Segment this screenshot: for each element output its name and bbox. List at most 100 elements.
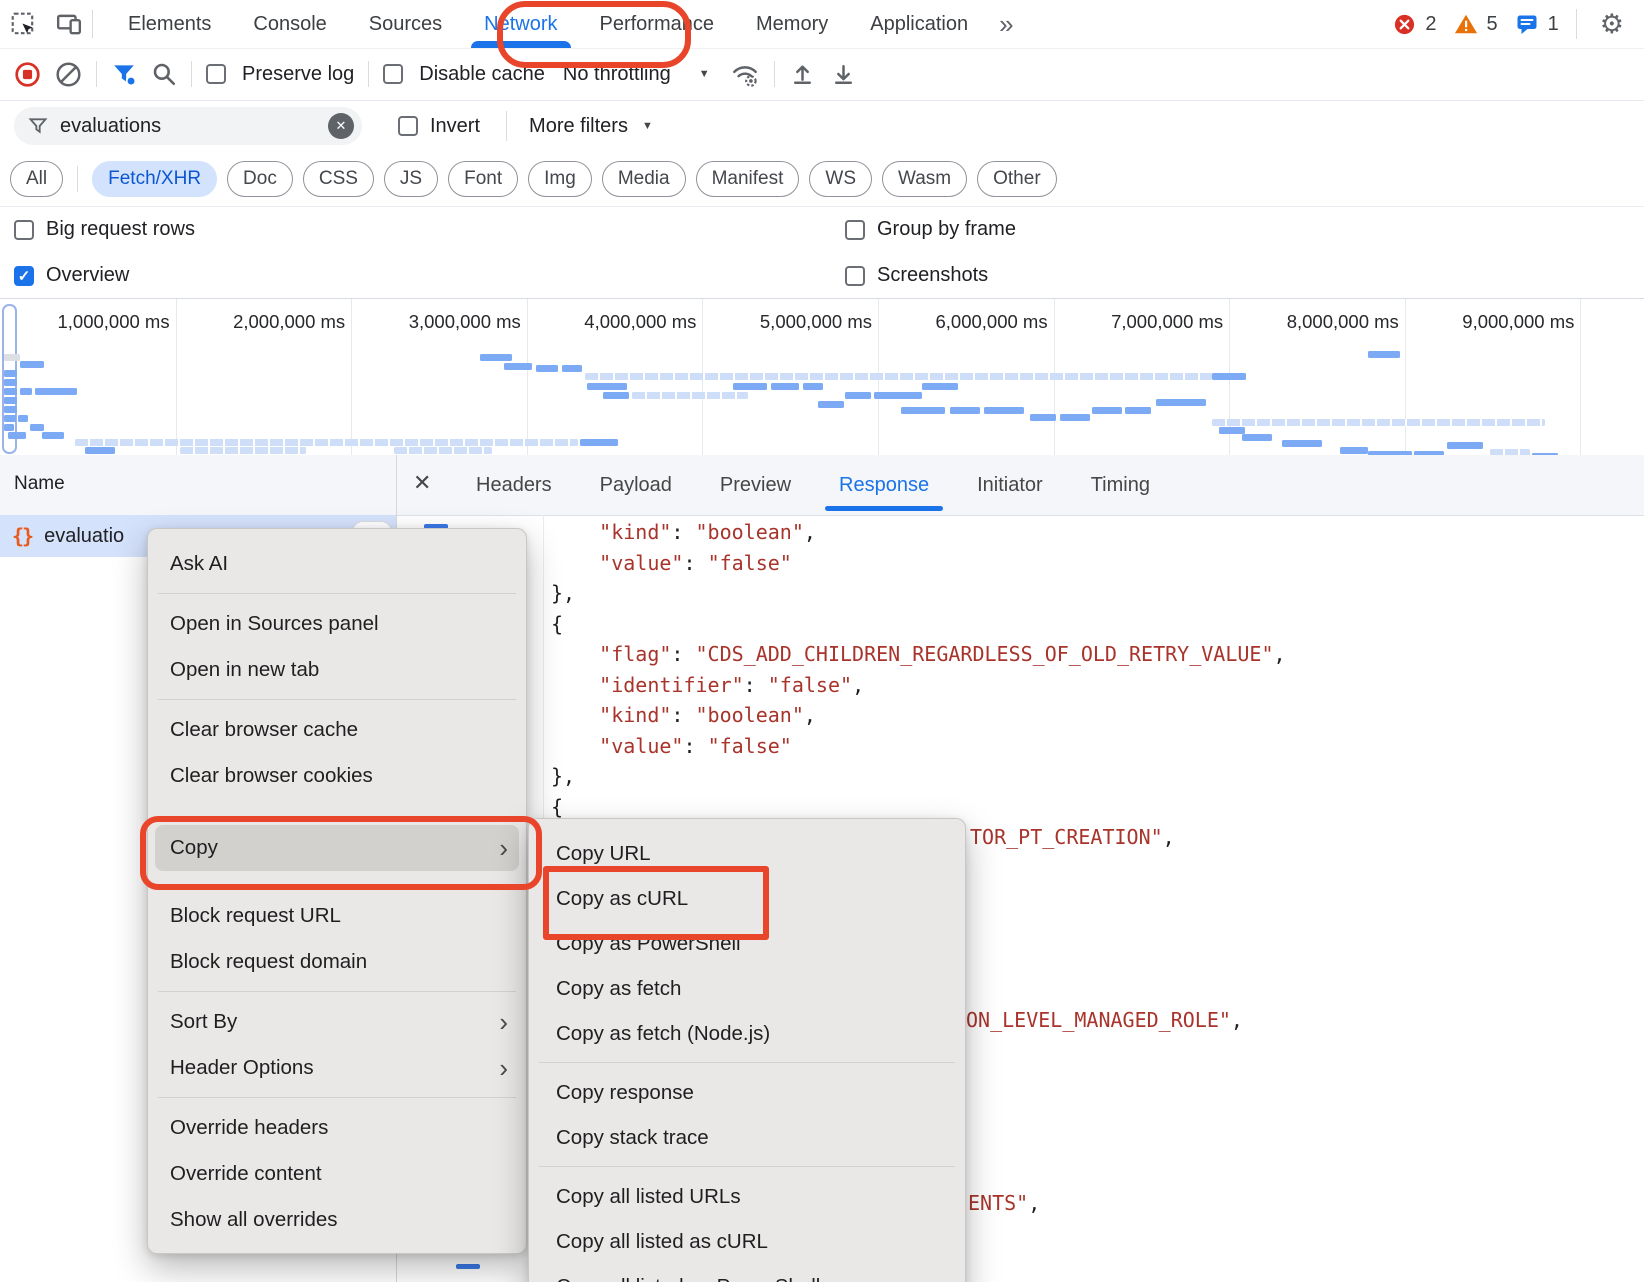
tab-memory[interactable]: Memory bbox=[735, 0, 849, 48]
menu-item-copy-as-fetch[interactable]: Copy as fetch bbox=[529, 966, 965, 1011]
filter-bar: ✕ Invert More filters ▼ bbox=[0, 100, 1644, 152]
tab-elements[interactable]: Elements bbox=[107, 0, 232, 48]
issues-count[interactable]: 1 bbox=[1548, 13, 1559, 36]
chip-wasm[interactable]: Wasm bbox=[882, 161, 967, 197]
more-tabs-icon[interactable]: » bbox=[989, 2, 1023, 46]
preserve-log-checkbox[interactable] bbox=[206, 64, 226, 84]
inspect-element-icon[interactable] bbox=[0, 0, 46, 48]
detail-tab-headers[interactable]: Headers bbox=[452, 455, 576, 515]
timeline-label: 2,000,000 ms bbox=[233, 311, 351, 333]
menu-item-copy-all-listed-urls[interactable]: Copy all listed URLs bbox=[529, 1174, 965, 1219]
menu-item-label: Copy all listed as PowerShell bbox=[556, 1275, 820, 1282]
menu-item-copy-response[interactable]: Copy response bbox=[529, 1070, 965, 1115]
throttling-dropdown-icon[interactable]: ▼ bbox=[699, 68, 710, 80]
tab-application[interactable]: Application bbox=[849, 0, 989, 48]
group-by-frame-checkbox[interactable] bbox=[845, 220, 865, 240]
export-har-icon[interactable] bbox=[830, 61, 857, 88]
menu-item-open-in-sources-panel[interactable]: Open in Sources panel bbox=[148, 601, 526, 647]
timeline-label: 8,000,000 ms bbox=[1287, 311, 1405, 333]
error-icon[interactable] bbox=[1393, 13, 1416, 36]
devtools-tab-bar: ElementsConsoleSourcesNetworkPerformance… bbox=[0, 0, 1644, 49]
warning-icon[interactable] bbox=[1454, 12, 1478, 36]
filter-input-pill[interactable]: ✕ bbox=[14, 107, 362, 145]
more-filters-button[interactable]: More filters bbox=[529, 115, 628, 138]
detail-tab-timing[interactable]: Timing bbox=[1067, 455, 1174, 515]
invert-checkbox[interactable] bbox=[398, 116, 418, 136]
clear-network-log-icon[interactable] bbox=[55, 61, 82, 88]
close-detail-icon[interactable]: ✕ bbox=[405, 468, 439, 498]
filter-text-input[interactable] bbox=[58, 114, 328, 139]
network-conditions-icon[interactable] bbox=[730, 60, 760, 88]
tab-network[interactable]: Network bbox=[463, 0, 578, 48]
menu-item-label: Copy as PowerShell bbox=[556, 932, 741, 955]
menu-item-copy-url[interactable]: Copy URL bbox=[529, 831, 965, 876]
menu-item-override-content[interactable]: Override content bbox=[148, 1151, 526, 1197]
detail-tab-initiator[interactable]: Initiator bbox=[953, 455, 1067, 515]
issues-icon[interactable] bbox=[1515, 12, 1539, 36]
chip-fetch-xhr[interactable]: Fetch/XHR bbox=[92, 161, 217, 197]
waterfall-bar bbox=[20, 388, 32, 395]
warning-count[interactable]: 5 bbox=[1487, 13, 1498, 36]
chip-all[interactable]: All bbox=[10, 161, 63, 197]
status-badges: 2 5 1 ⚙ bbox=[1393, 9, 1638, 40]
detail-tab-preview[interactable]: Preview bbox=[696, 455, 815, 515]
settings-gear-icon[interactable]: ⚙ bbox=[1586, 9, 1638, 40]
chip-ws[interactable]: WS bbox=[809, 161, 872, 197]
waterfall-bar bbox=[536, 365, 558, 372]
waterfall-bar bbox=[42, 432, 64, 439]
error-count[interactable]: 2 bbox=[1425, 13, 1436, 36]
menu-item-block-request-domain[interactable]: Block request domain bbox=[148, 939, 526, 985]
response-line-fragment: TOR_PT_CREATION", bbox=[970, 825, 1175, 849]
waterfall-bar bbox=[1447, 442, 1483, 449]
menu-item-block-request-url[interactable]: Block request URL bbox=[148, 893, 526, 939]
menu-item-override-headers[interactable]: Override headers bbox=[148, 1105, 526, 1151]
chip-media[interactable]: Media bbox=[602, 161, 686, 197]
tab-sources[interactable]: Sources bbox=[348, 0, 463, 48]
import-har-icon[interactable] bbox=[789, 61, 816, 88]
waterfall-bar bbox=[30, 424, 44, 431]
menu-item-copy-stack-trace[interactable]: Copy stack trace bbox=[529, 1115, 965, 1160]
menu-item-copy-as-fetch-node-js[interactable]: Copy as fetch (Node.js) bbox=[529, 1011, 965, 1056]
chip-manifest[interactable]: Manifest bbox=[696, 161, 800, 197]
menu-item-label: Copy URL bbox=[556, 842, 651, 865]
menu-item-open-in-new-tab[interactable]: Open in new tab bbox=[148, 647, 526, 693]
name-column-header[interactable]: Name bbox=[14, 473, 65, 495]
clear-filter-icon[interactable]: ✕ bbox=[328, 113, 354, 139]
detail-tab-response[interactable]: Response bbox=[815, 455, 953, 515]
screenshots-checkbox[interactable] bbox=[845, 266, 865, 286]
menu-item-copy-all-listed-as-powershell[interactable]: Copy all listed as PowerShell bbox=[529, 1264, 965, 1282]
menu-item-copy[interactable]: Copy› bbox=[155, 825, 519, 871]
menu-item-ask-ai[interactable]: Ask AI bbox=[148, 541, 526, 587]
menu-item-clear-browser-cookies[interactable]: Clear browser cookies bbox=[148, 753, 526, 799]
chip-doc[interactable]: Doc bbox=[227, 161, 293, 197]
waterfall-bar bbox=[874, 392, 922, 399]
chip-css[interactable]: CSS bbox=[303, 161, 374, 197]
menu-item-show-all-overrides[interactable]: Show all overrides bbox=[148, 1197, 526, 1243]
big-request-rows-checkbox[interactable] bbox=[14, 220, 34, 240]
disable-cache-checkbox[interactable] bbox=[383, 64, 403, 84]
chip-other[interactable]: Other bbox=[977, 161, 1057, 197]
detail-tab-payload[interactable]: Payload bbox=[576, 455, 696, 515]
search-icon[interactable] bbox=[151, 61, 177, 87]
chip-js[interactable]: JS bbox=[384, 161, 438, 197]
tab-console[interactable]: Console bbox=[232, 0, 347, 48]
menu-item-sort-by[interactable]: Sort By› bbox=[148, 999, 526, 1045]
fold-marker-icon[interactable] bbox=[456, 1264, 480, 1269]
network-overview-timeline[interactable]: 1,000,000 ms2,000,000 ms3,000,000 ms4,00… bbox=[0, 298, 1644, 457]
record-network-log-icon[interactable] bbox=[14, 61, 41, 88]
menu-item-copy-as-powershell[interactable]: Copy as PowerShell bbox=[529, 921, 965, 966]
response-line: { bbox=[551, 612, 563, 636]
filter-icon[interactable] bbox=[111, 61, 137, 87]
menu-item-copy-as-curl[interactable]: Copy as cURL bbox=[529, 876, 965, 921]
chip-font[interactable]: Font bbox=[448, 161, 518, 197]
overview-checkbox[interactable]: ✓ bbox=[14, 266, 34, 286]
menu-item-header-options[interactable]: Header Options› bbox=[148, 1045, 526, 1091]
tab-performance[interactable]: Performance bbox=[579, 0, 736, 48]
more-filters-dropdown-icon[interactable]: ▼ bbox=[642, 120, 653, 132]
device-toolbar-icon[interactable] bbox=[46, 0, 92, 48]
menu-item-copy-all-listed-as-curl[interactable]: Copy all listed as cURL bbox=[529, 1219, 965, 1264]
menu-item-clear-browser-cache[interactable]: Clear browser cache bbox=[148, 707, 526, 753]
throttling-select[interactable]: No throttling bbox=[563, 63, 671, 86]
divider bbox=[774, 61, 775, 87]
chip-img[interactable]: Img bbox=[528, 161, 592, 197]
